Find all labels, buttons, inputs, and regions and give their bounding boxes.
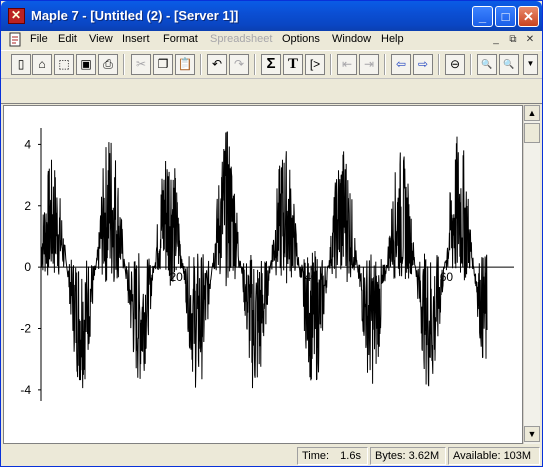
status-time-label: Time: (302, 450, 330, 462)
doc-close-button[interactable]: ✕ (523, 33, 537, 46)
doc-minimize-button[interactable]: _ (489, 33, 503, 46)
save-icon[interactable]: ▣ (76, 54, 96, 75)
toolbar-separator (438, 54, 440, 75)
menu-view[interactable]: View (89, 33, 113, 45)
plot-canvas[interactable]: 420-2-420 40 60 (4, 106, 523, 444)
exec-group-icon[interactable]: [> (305, 54, 325, 75)
new-document-icon[interactable]: ▯ (11, 54, 31, 75)
toolbar-separator (254, 54, 256, 75)
redo-icon[interactable]: ↷ (229, 54, 249, 75)
toolbar-more-icon[interactable]: ▼ (523, 54, 538, 75)
menu-insert[interactable]: Insert (122, 33, 150, 45)
worksheet-area[interactable]: 4 2 0 -2 -4 20 40 60 (3, 105, 523, 444)
forward-icon[interactable]: ⇨ (413, 54, 433, 75)
menu-help[interactable]: Help (381, 33, 404, 45)
scroll-thumb[interactable] (524, 123, 540, 143)
paste-icon[interactable]: 📋 (175, 54, 195, 75)
toolbar: ▯ ⌂ ⬚ ▣ ⎙ ✂ ❐ 📋 ↶ ↷ Σ T [> ⇤ ⇥ ⇦ ⇨ ⊖ 🔍 🔍… (1, 50, 542, 77)
status-time-value: 1.6s (340, 450, 361, 462)
menu-options[interactable]: Options (282, 33, 320, 45)
toolbar-separator (123, 54, 125, 75)
toolbar-separator (470, 54, 472, 75)
doc-restore-button[interactable]: ⧉ (506, 33, 520, 46)
scroll-down-arrow-icon[interactable]: ▼ (524, 426, 540, 442)
toolbar-separator (384, 54, 386, 75)
minimize-button[interactable]: _ (472, 6, 493, 27)
status-time: Time: 1.6s (297, 447, 368, 465)
y-tick-label: -2 (20, 322, 31, 336)
close-button[interactable]: ✕ (518, 6, 539, 27)
menu-format[interactable]: Format (163, 33, 198, 45)
status-bytes-label: Bytes: (375, 450, 406, 462)
toolbar-separator (200, 54, 202, 75)
text-mode-icon[interactable]: T (283, 54, 303, 75)
vertical-scrollbar[interactable]: ▲ ▼ (523, 105, 540, 444)
menu-spreadsheet[interactable]: Spreadsheet (210, 33, 272, 45)
x-tick-label: 40 (305, 270, 319, 284)
y-tick-label: 4 (24, 137, 31, 151)
x-tick-label: 60 (440, 270, 454, 284)
toolbar-separator (330, 54, 332, 75)
document-icon[interactable] (8, 32, 22, 47)
outdent-icon[interactable]: ⇤ (337, 54, 357, 75)
open-folder-icon[interactable]: ⌂ (32, 54, 52, 75)
maximize-button[interactable]: □ (495, 6, 516, 27)
undo-icon[interactable]: ↶ (207, 54, 227, 75)
title-bar[interactable]: Maple 7 - [Untitled (2) - [Server 1]] _ … (1, 1, 542, 31)
status-bytes: Bytes: 3.62M (370, 447, 446, 465)
y-tick-label: -4 (20, 383, 31, 397)
series-line (40, 131, 488, 389)
copy-icon[interactable]: ❐ (153, 54, 173, 75)
status-available-label: Available: (453, 450, 501, 462)
status-available: Available: 103M (448, 447, 540, 465)
status-bar: Time: 1.6s Bytes: 3.62M Available: 103M (1, 445, 542, 466)
zoom-in-icon[interactable]: 🔍 (477, 54, 497, 75)
status-available-value: 103M (503, 450, 532, 462)
indent-icon[interactable]: ⇥ (359, 54, 379, 75)
menu-bar: File Edit View Insert Format Spreadsheet… (1, 31, 542, 49)
zoom-out-icon[interactable]: 🔍 (499, 54, 519, 75)
maple-window: Maple 7 - [Untitled (2) - [Server 1]] _ … (0, 0, 543, 467)
menu-edit[interactable]: Edit (58, 33, 77, 45)
open-url-icon[interactable]: ⬚ (54, 54, 74, 75)
scroll-up-arrow-icon[interactable]: ▲ (524, 105, 540, 121)
stop-icon[interactable]: ⊖ (445, 54, 465, 75)
status-bytes-value: 3.62M (408, 450, 440, 462)
x-tick-label: 20 (169, 270, 183, 284)
y-tick-label: 0 (24, 260, 31, 274)
cut-icon[interactable]: ✂ (131, 54, 151, 75)
print-icon[interactable]: ⎙ (98, 54, 118, 75)
maple-app-icon[interactable] (8, 8, 25, 24)
context-bar (1, 78, 542, 104)
sigma-math-icon[interactable]: Σ (261, 54, 281, 75)
menu-file[interactable]: File (30, 33, 48, 45)
menu-window[interactable]: Window (332, 33, 371, 45)
window-title: Maple 7 - [Untitled (2) - [Server 1]] (31, 8, 239, 23)
back-icon[interactable]: ⇦ (391, 54, 411, 75)
y-tick-label: 2 (24, 199, 31, 213)
